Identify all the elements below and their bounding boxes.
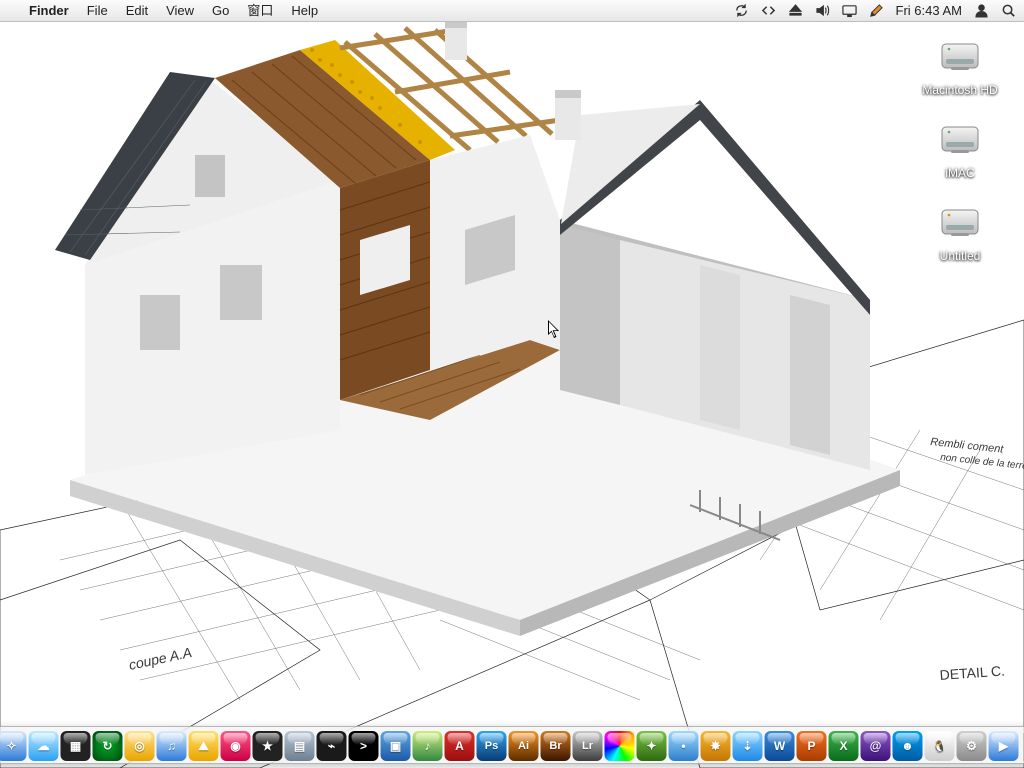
- sync-icon[interactable]: [734, 3, 750, 19]
- dock-app-a[interactable]: •: [669, 731, 699, 761]
- dock-expose[interactable]: ▤: [285, 731, 315, 761]
- dock-preview[interactable]: ▣: [381, 731, 411, 761]
- dock-imovie[interactable]: ★: [253, 731, 283, 761]
- dock-bridge[interactable]: Br: [541, 731, 571, 761]
- dock-spaces[interactable]: ▦: [61, 731, 91, 761]
- dock-colorpicker[interactable]: [605, 731, 635, 761]
- dock-qq[interactable]: 🐧: [925, 731, 955, 761]
- menu-edit[interactable]: Edit: [117, 0, 157, 22]
- user-icon[interactable]: [973, 3, 989, 19]
- dock-itunes[interactable]: ♫: [157, 731, 187, 761]
- desktop-icons: Macintosh HD iMAC Untitled: [912, 34, 1008, 263]
- menu-clock[interactable]: Fri 6:43 AM: [896, 3, 962, 18]
- dock-quicktime[interactable]: ▶: [989, 731, 1019, 761]
- dock-terminal[interactable]: >: [349, 731, 379, 761]
- drive-label: Macintosh HD: [922, 83, 997, 97]
- dock-xscope[interactable]: ✦: [637, 731, 667, 761]
- dock-app-b[interactable]: ✸: [701, 731, 731, 761]
- volume-icon[interactable]: [815, 3, 831, 19]
- dock-garageband[interactable]: ♪: [413, 731, 443, 761]
- mouse-cursor: [548, 320, 562, 345]
- drive-label: iMAC: [945, 166, 974, 180]
- dock-powerpoint[interactable]: P: [797, 731, 827, 761]
- drive-untitled[interactable]: Untitled: [912, 200, 1008, 263]
- internal-drive-icon: [937, 117, 983, 163]
- spotlight-icon[interactable]: [1000, 3, 1016, 19]
- dock-acrobat[interactable]: A: [445, 731, 475, 761]
- external-drive-icon: [937, 200, 983, 246]
- dock-msn[interactable]: ☻: [893, 731, 923, 761]
- dock: ☺✦✉✧☁▦↻◎♫⛰◉★▤⌁>▣♪APsAiBrLr✦•✸⇣WPX@☻🐧⚙▶⬇▇…: [0, 726, 1024, 764]
- dock-word[interactable]: W: [765, 731, 795, 761]
- dock-iweb[interactable]: ◎: [125, 731, 155, 761]
- dock-safari[interactable]: ✧: [0, 731, 27, 761]
- drive-label: Untitled: [940, 249, 981, 263]
- dock-entourage[interactable]: @: [861, 731, 891, 761]
- menu-help[interactable]: Help: [282, 0, 327, 22]
- app-menu[interactable]: Finder: [20, 0, 78, 22]
- menu-window[interactable]: 窗口: [238, 0, 282, 22]
- eject-icon[interactable]: [788, 3, 804, 19]
- pencil-icon[interactable]: [869, 3, 885, 19]
- dock-lightroom[interactable]: Lr: [573, 731, 603, 761]
- dock-timemachine[interactable]: ↻: [93, 731, 123, 761]
- drive-macintosh-hd[interactable]: Macintosh HD: [912, 34, 1008, 97]
- dock-activity[interactable]: ⌁: [317, 731, 347, 761]
- menu-bar: Finder File Edit View Go 窗口 Help Fri 6:4…: [0, 0, 1024, 22]
- menu-file[interactable]: File: [78, 0, 117, 22]
- display-icon[interactable]: [842, 3, 858, 19]
- dock-excel[interactable]: X: [829, 731, 859, 761]
- dock-ichat[interactable]: ☁: [29, 731, 59, 761]
- dock-photobooth[interactable]: ◉: [221, 731, 251, 761]
- menu-view[interactable]: View: [157, 0, 203, 22]
- internal-drive-icon: [937, 34, 983, 80]
- drive-imac[interactable]: iMAC: [912, 117, 1008, 180]
- dock-photoshop[interactable]: Ps: [477, 731, 507, 761]
- menu-go[interactable]: Go: [203, 0, 238, 22]
- dock-illustrator[interactable]: Ai: [509, 731, 539, 761]
- dock-iphoto[interactable]: ⛰: [189, 731, 219, 761]
- desktop-wallpaper: DETAIL C. coupe A.A Rembli coment non co…: [0, 0, 1024, 768]
- dock-systemprefs[interactable]: ⚙: [957, 731, 987, 761]
- code-icon[interactable]: [761, 3, 777, 19]
- dock-app-c[interactable]: ⇣: [733, 731, 763, 761]
